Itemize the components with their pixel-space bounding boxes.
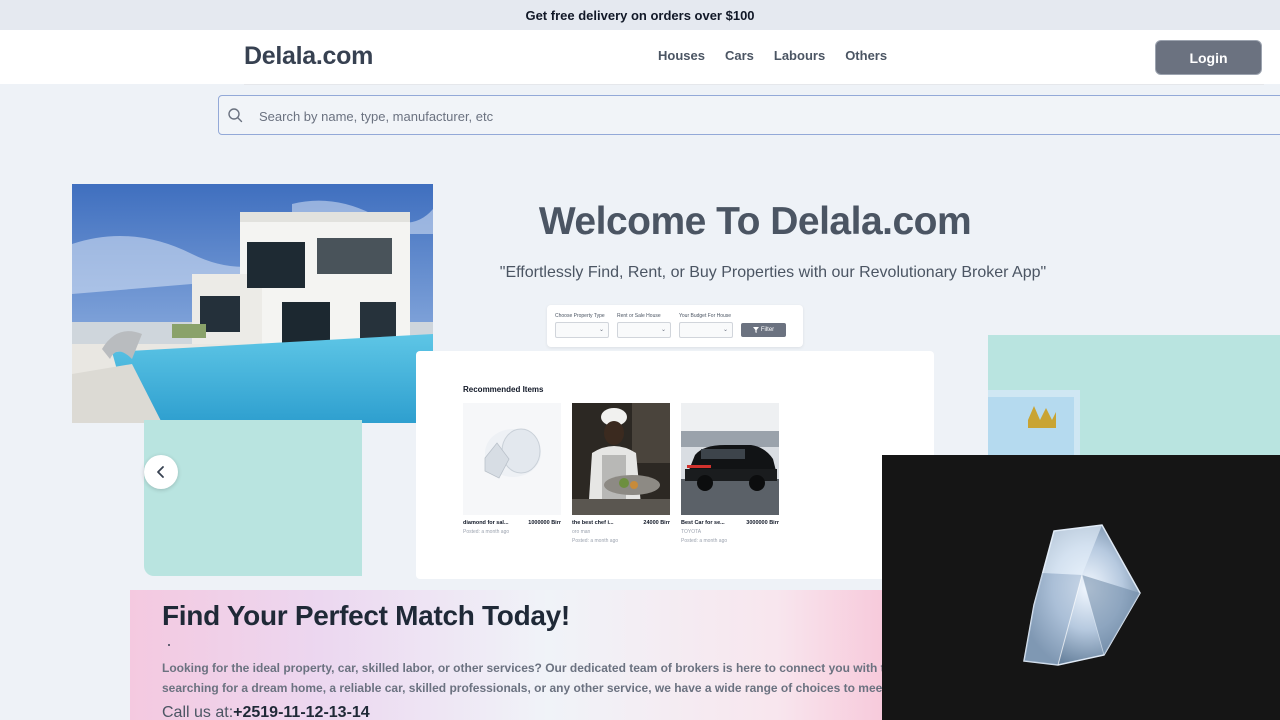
item-title-row: the best chef i... 24000 Birr xyxy=(572,520,670,526)
hero-subtitle: "Effortlessly Find, Rent, or Buy Propert… xyxy=(499,264,1047,281)
item-name: Best Car for se... xyxy=(681,520,725,526)
decorative-teal-block-left xyxy=(144,420,362,576)
rent-or-sale-select[interactable]: ⌄ xyxy=(617,322,671,338)
match-description: Looking for the ideal property, car, ski… xyxy=(162,658,882,698)
site-logo[interactable]: Delala.com xyxy=(244,42,373,71)
item-price: 24000 Birr xyxy=(643,520,670,526)
filter-label: Choose Property Type xyxy=(555,313,605,319)
filter-property-type: Choose Property Type ⌄ xyxy=(555,313,609,338)
call-us-label: Call us at: xyxy=(162,704,234,720)
budget-select[interactable]: ⌄ xyxy=(679,322,733,338)
chevron-down-icon: ⌄ xyxy=(660,327,666,333)
item-card-diamond[interactable]: diamond for sal... 1000000 Birr Posted: … xyxy=(463,403,561,535)
match-description-line: searching for a dream home, a reliable c… xyxy=(162,681,882,695)
match-description-line: Looking for the ideal property, car, ski… xyxy=(162,661,882,675)
item-card-chef[interactable]: the best chef i... 24000 Birr oro man Po… xyxy=(572,403,670,544)
match-title: Find Your Perfect Match Today! xyxy=(162,600,570,631)
navbar-divider xyxy=(244,84,1264,85)
filter-card: Choose Property Type ⌄ Rent or Sale Hous… xyxy=(547,305,803,347)
nav-link-houses[interactable]: Houses xyxy=(658,48,705,63)
filter-budget: Your Budget For House ⌄ xyxy=(679,313,733,338)
filter-label: Rent or Sale House xyxy=(617,313,661,319)
call-us-line: Call us at:+2519-11-12-13-14 xyxy=(162,704,370,720)
chevron-left-icon xyxy=(157,466,164,478)
item-posted: Posted: a month ago xyxy=(463,529,510,535)
login-button[interactable]: Login xyxy=(1155,40,1262,75)
main-nav: Houses Cars Labours Others xyxy=(658,48,887,63)
filter-button[interactable]: Filter xyxy=(741,323,786,337)
filter-label: Your Budget For House xyxy=(679,313,732,319)
carousel-prev-button[interactable] xyxy=(144,455,178,489)
item-name: the best chef i... xyxy=(572,520,614,526)
item-seller: oro man xyxy=(572,529,591,535)
funnel-icon xyxy=(752,327,759,333)
diamond-image xyxy=(882,455,1280,720)
recommended-title: Recommended Items xyxy=(463,385,544,394)
search-icon xyxy=(228,108,243,123)
recommended-panel: Recommended Items diamond for sal... 100… xyxy=(416,351,934,579)
decorative-dot xyxy=(168,644,170,646)
filter-button-label: Filter xyxy=(760,327,775,333)
search-input[interactable] xyxy=(259,104,1159,128)
property-type-select[interactable]: ⌄ xyxy=(555,322,609,338)
chevron-down-icon: ⌄ xyxy=(722,327,728,333)
item-posted: Posted: a month ago xyxy=(572,538,619,544)
search-bar[interactable] xyxy=(218,95,1280,135)
item-price: 3000000 Birr xyxy=(746,520,779,526)
chevron-down-icon: ⌄ xyxy=(598,327,604,333)
nav-link-labours[interactable]: Labours xyxy=(774,48,825,63)
hero-title: Welcome To Delala.com xyxy=(538,200,972,243)
nav-link-cars[interactable]: Cars xyxy=(725,48,754,63)
item-card-car[interactable]: Best Car for se... 3000000 Birr TOYOTA P… xyxy=(681,403,779,544)
promo-text: Get free delivery on orders over $100 xyxy=(525,7,755,23)
top-navbar: Delala.com Houses Cars Labours Others Lo… xyxy=(0,30,1280,84)
decorative-teal-block-right xyxy=(988,335,1280,460)
hero-house-image xyxy=(72,184,433,423)
item-title-row: Best Car for se... 3000000 Birr xyxy=(681,520,779,526)
item-image xyxy=(572,403,670,515)
item-price: 1000000 Birr xyxy=(528,520,561,526)
item-image xyxy=(463,403,561,515)
item-posted: Posted: a month ago xyxy=(681,538,728,544)
nav-link-others[interactable]: Others xyxy=(845,48,887,63)
promo-banner: Get free delivery on orders over $100 xyxy=(0,0,1280,30)
item-seller: TOYOTA xyxy=(681,529,702,535)
item-name: diamond for sal... xyxy=(463,520,509,526)
filter-rent-or-sale: Rent or Sale House ⌄ xyxy=(617,313,671,338)
item-image xyxy=(681,403,779,515)
item-title-row: diamond for sal... 1000000 Birr xyxy=(463,520,561,526)
phone-number[interactable]: +2519-11-12-13-14 xyxy=(233,704,370,720)
